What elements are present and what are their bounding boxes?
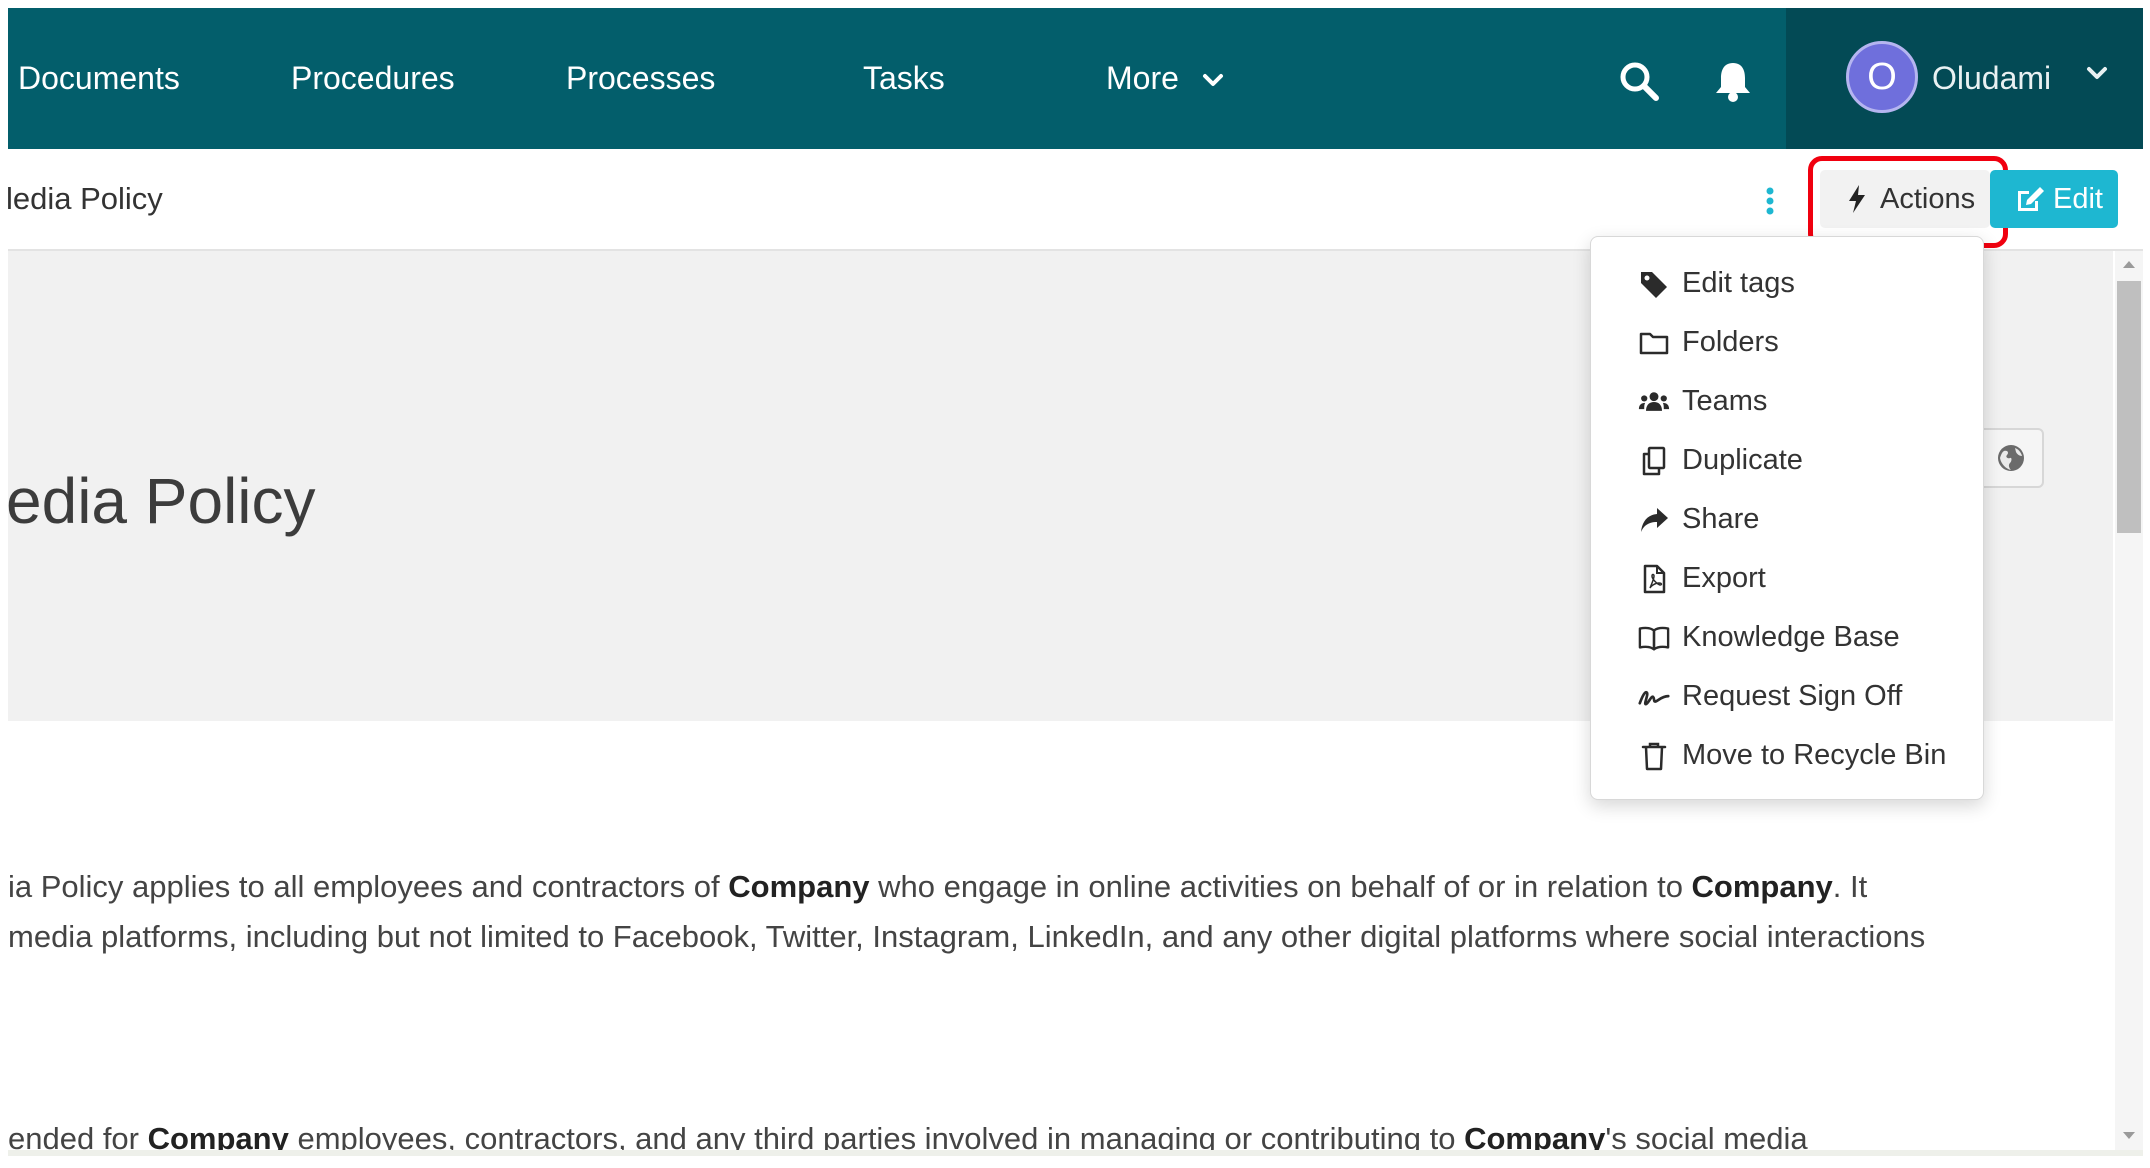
- menu-item-move-to-recycle-bin[interactable]: Move to Recycle Bin: [1591, 726, 1983, 785]
- document-title: ledia Policy: [6, 181, 163, 216]
- folder-icon: [1639, 332, 1669, 355]
- trash-icon: [1641, 742, 1667, 771]
- actions-button[interactable]: Actions: [1808, 156, 2008, 248]
- avatar: O: [1846, 41, 1918, 113]
- menu-item-knowledge-base[interactable]: Knowledge Base: [1591, 608, 1983, 667]
- menu-item-edit-tags[interactable]: Edit tags: [1591, 254, 1983, 313]
- book-icon: [1638, 626, 1670, 651]
- company-name: Company: [1691, 869, 1833, 904]
- text-span: media platforms, including but not limit…: [8, 919, 1926, 954]
- more-options-icon[interactable]: [1765, 187, 1775, 215]
- text-span: ia Policy applies to all employees and c…: [8, 869, 729, 904]
- menu-item-label: Folders: [1682, 326, 1779, 358]
- bell-icon[interactable]: [1713, 60, 1753, 102]
- search-icon[interactable]: [1618, 60, 1660, 102]
- globe-icon: [1998, 445, 2024, 471]
- nav-documents[interactable]: Documents: [18, 8, 180, 149]
- nav-procedures[interactable]: Procedures: [291, 8, 455, 149]
- copy-icon: [1642, 446, 1666, 476]
- tag-icon: [1641, 272, 1667, 298]
- bolt-icon: [1849, 185, 1865, 213]
- company-name: Company: [728, 869, 870, 904]
- text-span: who engage in online activities on behal…: [869, 869, 1692, 904]
- nav-tasks[interactable]: Tasks: [863, 8, 945, 149]
- scroll-down-arrow-icon[interactable]: [2122, 1131, 2136, 1141]
- scrollbar-thumb[interactable]: [2117, 281, 2141, 533]
- paragraph-line: media platforms, including but not limit…: [8, 919, 1925, 955]
- edit-button[interactable]: Edit: [1990, 170, 2118, 228]
- top-navigation-bar: Documents Procedures Processes Tasks Mor…: [8, 8, 2143, 149]
- share-icon: [1641, 508, 1668, 532]
- user-name: Oludami: [1932, 60, 2052, 96]
- signature-icon: [1638, 690, 1670, 706]
- chevron-down-icon: [1202, 73, 1223, 86]
- hero-title: edia Policy: [6, 465, 316, 537]
- user-menu[interactable]: O Oludami: [1786, 8, 2143, 149]
- menu-item-teams[interactable]: Teams: [1591, 372, 1983, 431]
- menu-item-label: Knowledge Base: [1682, 621, 1900, 653]
- chevron-down-icon: [2087, 67, 2107, 79]
- menu-item-export[interactable]: Export: [1591, 549, 1983, 608]
- edit-icon: [2018, 187, 2044, 211]
- bottom-divider: [8, 1150, 2143, 1156]
- edit-button-label: Edit: [2053, 183, 2103, 215]
- menu-item-label: Duplicate: [1682, 444, 1803, 476]
- menu-item-label: Request Sign Off: [1682, 680, 1903, 712]
- text-span: . It: [1832, 869, 1868, 904]
- globe-button[interactable]: [1978, 428, 2044, 488]
- actions-dropdown-menu: Edit tags Folders Teams Duplicate Share: [1590, 236, 1984, 800]
- scroll-up-arrow-icon[interactable]: [2122, 259, 2136, 269]
- vertical-scrollbar[interactable]: [2115, 251, 2143, 1151]
- menu-item-label: Export: [1682, 562, 1766, 594]
- menu-item-folders[interactable]: Folders: [1591, 313, 1983, 372]
- pdf-file-icon: [1643, 564, 1666, 594]
- menu-item-label: Move to Recycle Bin: [1682, 739, 1947, 771]
- menu-item-label: Share: [1682, 503, 1760, 535]
- paragraph-line: ia Policy applies to all employees and c…: [8, 869, 1867, 905]
- menu-item-share[interactable]: Share: [1591, 490, 1983, 549]
- actions-button-label: Actions: [1880, 183, 1976, 215]
- menu-item-duplicate[interactable]: Duplicate: [1591, 431, 1983, 490]
- menu-item-label: Edit tags: [1682, 267, 1795, 299]
- nav-more-label: More: [1106, 60, 1179, 96]
- nav-processes[interactable]: Processes: [566, 8, 715, 149]
- menu-item-label: Teams: [1682, 385, 1768, 417]
- menu-item-request-sign-off[interactable]: Request Sign Off: [1591, 667, 1983, 726]
- users-icon: [1638, 392, 1670, 411]
- nav-more[interactable]: More: [1106, 8, 1224, 149]
